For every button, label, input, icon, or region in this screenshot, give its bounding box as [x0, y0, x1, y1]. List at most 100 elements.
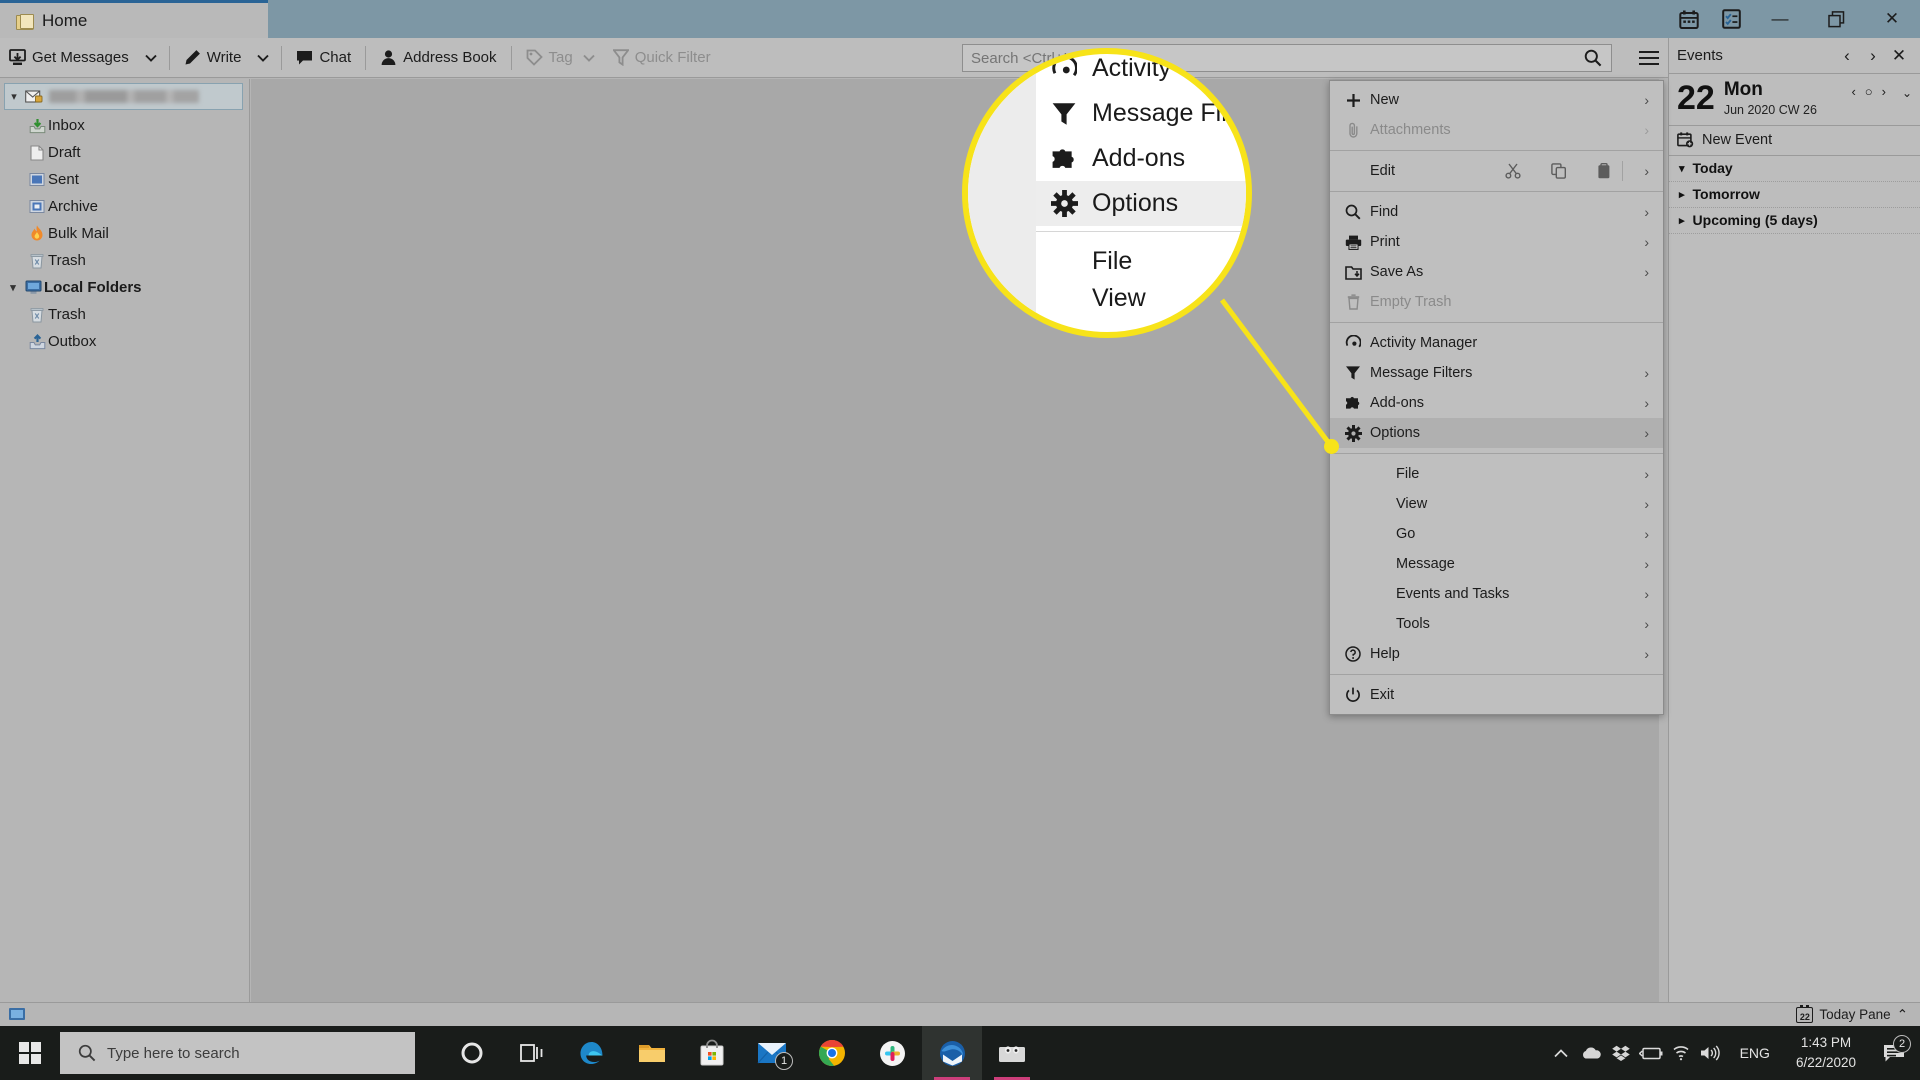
chevron-right-icon: › [1644, 556, 1649, 572]
chevron-down-icon[interactable]: ▾ [4, 281, 22, 294]
restore-button[interactable] [1808, 0, 1864, 38]
show-hidden-icons-icon[interactable] [1546, 1048, 1576, 1058]
filter-icon [1050, 101, 1078, 127]
cut-icon[interactable] [1505, 163, 1521, 179]
menu-item-exit[interactable]: Exit [1330, 680, 1663, 710]
taskbar-search[interactable]: Type here to search [60, 1032, 415, 1074]
plus-icon [1340, 93, 1366, 108]
menu-item-file[interactable]: File › [1330, 459, 1663, 489]
date-prev-button[interactable]: ‹ [1851, 84, 1855, 99]
sidebar-item-outbox[interactable]: Outbox [0, 328, 249, 355]
save-as-icon [1340, 265, 1366, 280]
menu-item-options[interactable]: Options › [1330, 418, 1663, 448]
paste-icon[interactable] [1597, 163, 1611, 179]
screen-recorder-icon[interactable] [982, 1026, 1042, 1080]
tab-home[interactable]: Home [0, 0, 268, 38]
language-indicator[interactable]: ENG [1726, 1045, 1784, 1061]
quick-filter-button[interactable]: Quick Filter [604, 41, 720, 75]
chat-label: Chat [319, 49, 352, 66]
sidebar-item-local-folders[interactable]: ▾ Local Folders [0, 274, 249, 301]
chrome-icon[interactable] [802, 1026, 862, 1080]
search-icon[interactable] [1575, 49, 1611, 67]
sidebar-item-draft[interactable]: Draft [0, 139, 249, 166]
menu-item-activity-manager[interactable]: Activity Manager [1330, 328, 1663, 358]
tasks-icon[interactable] [1710, 0, 1752, 38]
sidebar-item-trash[interactable]: Trash [0, 247, 249, 274]
section-upcoming[interactable]: ▸ Upcoming (5 days) [1669, 208, 1920, 234]
magnifier-callout: Activity Message Filte Add-ons Options F… [962, 48, 1252, 338]
events-prev-button[interactable]: ‹ [1834, 46, 1860, 66]
section-today[interactable]: ▾ Today [1669, 156, 1920, 182]
tag-button[interactable]: Tag [517, 41, 604, 75]
menu-item-view[interactable]: View › [1330, 489, 1663, 519]
chat-button[interactable]: Chat [287, 41, 360, 75]
menu-item-add-ons[interactable]: Add-ons › [1330, 388, 1663, 418]
mail-icon[interactable]: 1 [742, 1026, 802, 1080]
menu-item-edit[interactable]: Edit › [1330, 156, 1663, 186]
onedrive-icon[interactable] [1576, 1046, 1606, 1060]
clock[interactable]: 1:43 PM 6/22/2020 [1784, 1033, 1868, 1072]
app-menu-popup[interactable]: New › Attachments › Edit › Find › Print … [1329, 80, 1664, 715]
sidebar-item-bulk-mail[interactable]: Bulk Mail [0, 220, 249, 247]
account-row[interactable]: ▾ [4, 83, 243, 110]
month-year-week-label: Jun 2020 CW 26 [1723, 102, 1817, 117]
menu-item-find[interactable]: Find › [1330, 197, 1663, 227]
close-icon[interactable]: ✕ [1886, 46, 1912, 66]
menu-item-message-filters[interactable]: Message Filters › [1330, 358, 1663, 388]
today-pane-toggle[interactable]: 22 Today Pane ⌃ [1796, 1004, 1920, 1023]
sidebar-item-inbox[interactable]: Inbox [0, 112, 249, 139]
events-next-button[interactable]: › [1860, 46, 1886, 66]
minimize-button[interactable]: — [1752, 0, 1808, 38]
menu-item-events-and-tasks[interactable]: Events and Tasks › [1330, 579, 1663, 609]
menu-item-message[interactable]: Message › [1330, 549, 1663, 579]
file-explorer-icon[interactable] [622, 1026, 682, 1080]
sidebar-item-sent[interactable]: Sent [0, 166, 249, 193]
edge-icon[interactable] [562, 1026, 622, 1080]
date-next-button[interactable]: › [1882, 84, 1886, 99]
chevron-right-icon: › [1644, 466, 1649, 482]
new-event-button[interactable]: New Event [1669, 126, 1920, 156]
chevron-down-icon[interactable]: ▾ [1679, 162, 1685, 175]
notification-center-icon[interactable]: 2 [1868, 1034, 1920, 1063]
menu-item-print[interactable]: Print › [1330, 227, 1663, 257]
section-label: Tomorrow [1692, 186, 1760, 203]
toolbar-separator [365, 45, 367, 70]
write-dropdown[interactable] [250, 41, 276, 75]
calendar-22-icon: 22 [1796, 1004, 1814, 1023]
slack-icon[interactable] [862, 1026, 922, 1080]
dropbox-icon[interactable] [1606, 1045, 1636, 1061]
chevron-up-icon[interactable]: ⌃ [1897, 1007, 1908, 1023]
thunderbird-icon[interactable] [922, 1026, 982, 1080]
battery-icon[interactable] [1636, 1047, 1666, 1060]
menu-item-tools[interactable]: Tools › [1330, 609, 1663, 639]
chevron-down-icon[interactable]: ⌄ [1902, 86, 1912, 100]
get-messages-dropdown[interactable] [138, 41, 164, 75]
address-book-button[interactable]: Address Book [371, 41, 505, 75]
app-menu-button[interactable] [1630, 40, 1668, 76]
date-today-button[interactable]: ○ [1865, 84, 1873, 99]
write-button[interactable]: Write [175, 41, 251, 75]
start-button[interactable] [0, 1026, 60, 1080]
menu-item-save-as[interactable]: Save As › [1330, 257, 1663, 287]
tab-label: Home [42, 10, 88, 30]
section-tomorrow[interactable]: ▸ Tomorrow [1669, 182, 1920, 208]
sidebar-item-local-trash[interactable]: Trash [0, 301, 249, 328]
section-label: Today [1692, 160, 1733, 177]
cortana-icon[interactable] [442, 1026, 502, 1080]
menu-item-help[interactable]: Help › [1330, 639, 1663, 669]
volume-icon[interactable] [1696, 1045, 1726, 1061]
calendar-icon[interactable] [1668, 0, 1710, 38]
get-messages-button[interactable]: Get Messages [0, 41, 138, 75]
wifi-icon[interactable] [1666, 1045, 1696, 1061]
sidebar-item-archive[interactable]: Archive [0, 193, 249, 220]
menu-item-go[interactable]: Go › [1330, 519, 1663, 549]
chevron-right-icon[interactable]: ▸ [1679, 214, 1685, 227]
menu-item-new[interactable]: New › [1330, 85, 1663, 115]
chevron-right-icon[interactable]: ▸ [1679, 188, 1685, 201]
sidebar-item-label: Outbox [48, 333, 97, 350]
chevron-down-icon[interactable]: ▾ [5, 90, 23, 103]
microsoft-store-icon[interactable] [682, 1026, 742, 1080]
task-view-icon[interactable] [502, 1026, 562, 1080]
close-button[interactable]: ✕ [1864, 0, 1920, 38]
copy-icon[interactable] [1551, 163, 1567, 179]
